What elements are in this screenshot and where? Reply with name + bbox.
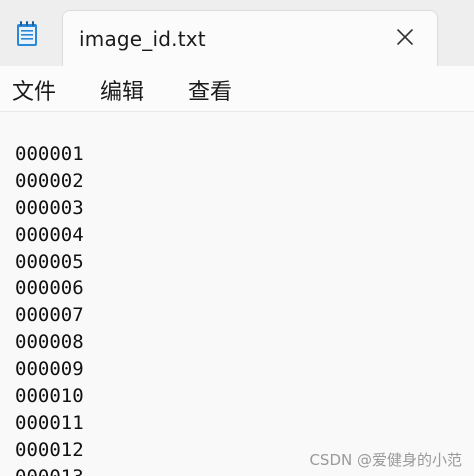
text-line: 000008 — [15, 331, 84, 354]
text-line: 000013 — [15, 464, 84, 476]
text-line: 000005 — [15, 250, 84, 273]
text-line: 000009 — [15, 358, 84, 381]
text-line: 000012 — [15, 438, 84, 461]
menu-item-edit[interactable]: 编辑 — [100, 74, 144, 106]
text-line: 000003 — [15, 196, 84, 219]
text-line: 000011 — [15, 411, 84, 434]
text-line: 000004 — [15, 223, 84, 246]
text-line: 000010 — [15, 385, 84, 408]
text-line: 000002 — [15, 169, 84, 192]
notepad-icon — [16, 21, 38, 47]
menu-item-file[interactable]: 文件 — [12, 74, 56, 106]
text-editor[interactable]: 000001 000002 000003 000004 000005 00000… — [0, 112, 474, 476]
tab-title: image_id.txt — [79, 27, 206, 51]
text-lines: 000001 000002 000003 000004 000005 00000… — [15, 141, 84, 476]
file-tab[interactable]: image_id.txt — [62, 10, 438, 66]
text-line: 000007 — [15, 304, 84, 327]
menu-item-view[interactable]: 查看 — [188, 74, 232, 106]
menu-bar: 文件 编辑 查看 — [0, 66, 474, 112]
text-line: 000001 — [15, 143, 84, 165]
title-bar: image_id.txt — [0, 0, 474, 66]
text-line: 000006 — [15, 277, 84, 300]
close-icon[interactable] — [393, 25, 417, 49]
watermark: CSDN @爱健身的小范 — [309, 451, 462, 469]
notepad-window: image_id.txt 文件 编辑 查看 000001 000002 0000… — [0, 0, 474, 476]
